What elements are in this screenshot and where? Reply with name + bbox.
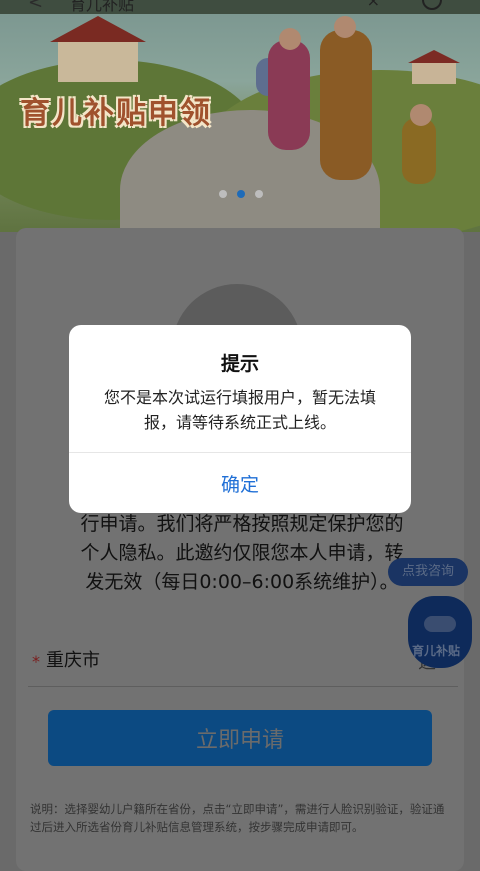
notice-line: 发无效（每日0:00–6:00系统维护）。 <box>85 571 399 593</box>
back-icon[interactable]: < <box>28 0 43 13</box>
close-icon[interactable]: × <box>367 0 380 10</box>
nav-title: 育儿补贴 <box>70 0 135 14</box>
mascot-icon[interactable]: 育儿补贴 <box>408 596 472 668</box>
dialog-message: 您不是本次试运行填报用户，暂无法填报，请等待系统正式上线。 <box>103 388 376 432</box>
carousel-dot-active[interactable] <box>237 190 245 198</box>
notice-line: 个人隐私。此邀约仅限您本人申请，转 <box>80 542 404 564</box>
mascot-label: 育儿补贴 <box>412 644 461 658</box>
banner-title: 育儿补贴申领 <box>20 96 212 131</box>
carousel-dot[interactable] <box>219 190 227 198</box>
required-mark: * <box>32 652 40 671</box>
notice-line: 行申请。我们将严格按照规定保护您的 <box>80 513 404 535</box>
dialog-title: 提示 <box>220 353 259 375</box>
carousel-dot[interactable] <box>255 190 263 198</box>
description-text: 说明：选择婴幼儿户籍所在省份，点击“立即申请”，需进行人脸识别验证，验证通过后进… <box>30 802 445 834</box>
more-icon[interactable] <box>422 0 442 10</box>
carousel-indicator <box>219 190 263 198</box>
father-head <box>334 16 356 38</box>
mother-head <box>279 28 301 50</box>
privacy-notice: 行申请。我们将严格按照规定保护您的 个人隐私。此邀约仅限您本人申请，转 发无效（… <box>72 510 412 597</box>
region-selector[interactable]: * 重庆市 选 <box>28 636 458 687</box>
mascot-eyes <box>424 616 456 632</box>
banner-carousel[interactable]: 育儿补贴申领 <box>0 0 480 232</box>
mother-illustration <box>268 40 310 150</box>
apply-now-button[interactable]: 立即申请 <box>48 710 432 766</box>
consult-button[interactable]: 点我咨询 <box>388 558 468 586</box>
selected-city: 重庆市 <box>46 650 100 671</box>
nav-bar: < 育儿补贴 × <box>0 0 480 14</box>
house-illustration <box>50 16 146 82</box>
father-illustration <box>320 30 372 180</box>
child-head <box>410 104 432 126</box>
confirm-button[interactable]: 确定 <box>69 453 411 513</box>
child-illustration <box>402 118 436 184</box>
alert-dialog: 提示 您不是本次试运行填报用户，暂无法填报，请等待系统正式上线。 确定 <box>69 325 411 513</box>
house-illustration <box>408 50 460 84</box>
